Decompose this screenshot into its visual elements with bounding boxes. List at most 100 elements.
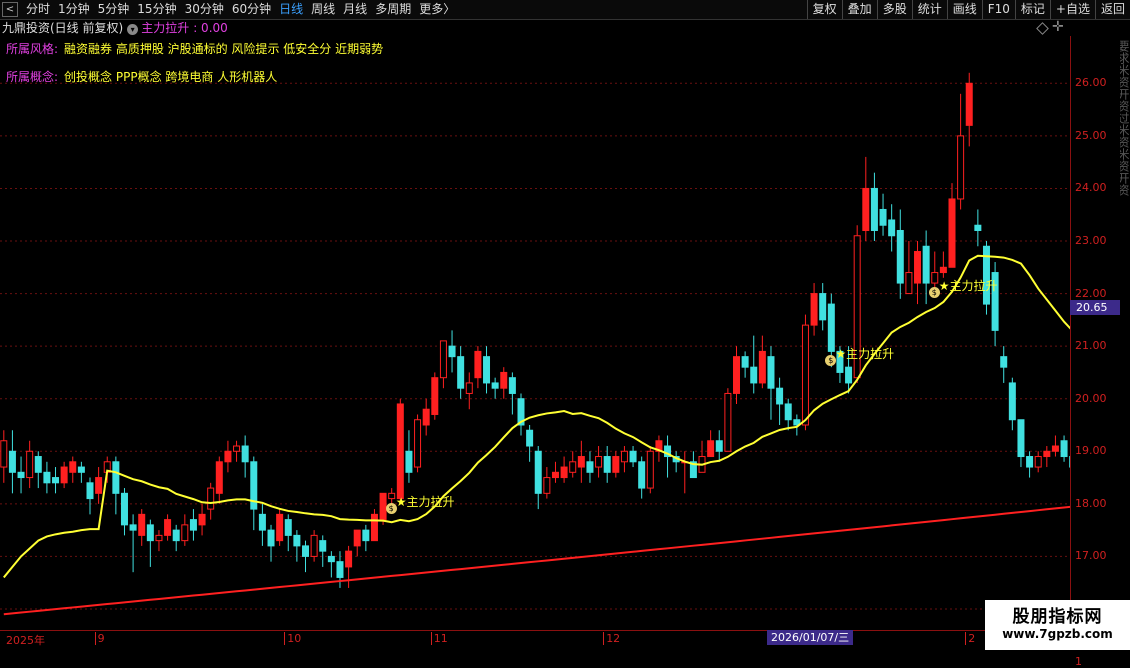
candle-body	[354, 530, 360, 546]
dropdown-circle-icon[interactable]: ▾	[127, 24, 138, 35]
crosshair-icon[interactable]: ✛	[1052, 20, 1064, 34]
candle-body	[958, 136, 964, 199]
candle-body	[371, 514, 377, 540]
f10-button[interactable]: F10	[982, 0, 1015, 19]
indicator-name[interactable]: 主力拉升	[141, 21, 189, 35]
candle-body	[190, 520, 196, 531]
tab-60min[interactable]: 60分钟	[228, 0, 275, 19]
candle-body	[96, 478, 102, 494]
statistics-button[interactable]: 统计	[912, 0, 947, 19]
candle-body	[242, 446, 248, 462]
crosshair-date-tag: 2026/01/07/三	[767, 630, 853, 645]
candle-body	[406, 451, 412, 472]
candle-body	[527, 430, 533, 446]
candle-body	[975, 225, 981, 230]
candle-body	[1018, 420, 1024, 457]
candle-body	[9, 451, 15, 472]
candle-body	[78, 467, 84, 472]
candle-body	[303, 546, 309, 557]
candle-body	[552, 472, 558, 477]
signal-label: ★主力拉升	[396, 493, 455, 510]
candle-body	[544, 478, 550, 494]
candle-body	[173, 530, 179, 541]
candle-body	[889, 220, 895, 236]
candle-body	[216, 462, 222, 494]
candle-body	[828, 304, 834, 351]
chart-title: 九鼎投资(日线 前复权) ▾主力拉升 : 0.00	[0, 20, 228, 37]
restore-rights-button[interactable]: 复权	[807, 0, 842, 19]
candle-body	[121, 493, 127, 525]
candle-body	[863, 188, 869, 230]
back-arrow-icon[interactable]: <	[2, 2, 18, 17]
tab-monthly[interactable]: 月线	[339, 0, 371, 19]
candle-body	[871, 188, 877, 230]
candle-body	[53, 478, 59, 483]
candle-body	[208, 488, 214, 509]
candle-body	[915, 252, 921, 284]
candle-body	[1027, 457, 1033, 468]
period-toolbar: < 分时 1分钟 5分钟 15分钟 30分钟 60分钟 日线 周线 月线 多周期…	[0, 0, 1130, 20]
tab-30min[interactable]: 30分钟	[181, 0, 228, 19]
candle-body	[1052, 446, 1058, 451]
tab-more[interactable]: 更多〉	[415, 0, 459, 19]
tab-5min[interactable]: 5分钟	[94, 0, 134, 19]
candle-body	[1, 441, 7, 467]
candle-body	[647, 451, 653, 488]
candle-body	[363, 530, 369, 541]
price-tick-label: 22.00	[1075, 287, 1107, 300]
tab-multi-period[interactable]: 多周期	[371, 0, 415, 19]
indicator-value: : 0.00	[193, 21, 228, 35]
price-tick-label: 23.00	[1075, 234, 1107, 247]
candle-body	[458, 357, 464, 389]
candle-body	[725, 393, 731, 451]
candle-body	[337, 562, 343, 578]
tab-daily[interactable]: 日线	[275, 0, 307, 19]
price-tick-label: 18.00	[1075, 497, 1107, 510]
candle-body	[983, 246, 989, 304]
candle-body	[70, 462, 76, 473]
ma-long-line	[4, 504, 1070, 614]
candle-body	[44, 472, 50, 483]
candle-body	[147, 525, 153, 541]
tab-weekly[interactable]: 周线	[307, 0, 339, 19]
candle-body	[484, 357, 490, 383]
price-tick-label: 26.00	[1075, 76, 1107, 89]
candle-body	[415, 420, 421, 467]
candle-body	[802, 325, 808, 425]
candle-body	[234, 446, 240, 451]
price-tick-label: 21.00	[1075, 339, 1107, 352]
candle-body	[449, 346, 455, 357]
tab-intraday[interactable]: 分时	[22, 0, 54, 19]
candle-body	[578, 457, 584, 468]
stock-name: 九鼎投资(日线 前复权)	[2, 21, 123, 35]
candle-body	[18, 472, 24, 477]
multi-stock-button[interactable]: 多股	[877, 0, 912, 19]
add-watchlist-button[interactable]: +自选	[1050, 0, 1095, 19]
candle-body	[1001, 357, 1007, 368]
date-axis-label: 2025年	[4, 632, 45, 648]
candle-body	[440, 341, 446, 378]
price-tick-label: 1	[1075, 655, 1082, 668]
diamond-icon[interactable]	[1036, 22, 1049, 35]
candle-body	[199, 514, 205, 525]
candle-body	[27, 451, 33, 477]
candle-body	[897, 230, 903, 283]
candle-body	[596, 457, 602, 468]
candle-body	[423, 409, 429, 425]
date-axis-label: 9	[95, 632, 105, 645]
return-button[interactable]: 返回	[1095, 0, 1130, 19]
tab-1min[interactable]: 1分钟	[54, 0, 94, 19]
candle-body	[61, 467, 67, 483]
date-axis-label: 11	[431, 632, 448, 645]
candle-body	[475, 351, 481, 377]
overlay-button[interactable]: 叠加	[842, 0, 877, 19]
tab-15min[interactable]: 15分钟	[133, 0, 180, 19]
candle-body	[604, 457, 610, 473]
candle-body	[1044, 451, 1050, 456]
period-tabs: < 分时 1分钟 5分钟 15分钟 30分钟 60分钟 日线 周线 月线 多周期…	[2, 0, 459, 19]
mark-button[interactable]: 标记	[1015, 0, 1050, 19]
candlestick-chart[interactable]	[0, 36, 1070, 630]
candle-body	[777, 388, 783, 404]
date-axis-label: 12	[603, 632, 620, 645]
draw-line-button[interactable]: 画线	[947, 0, 982, 19]
